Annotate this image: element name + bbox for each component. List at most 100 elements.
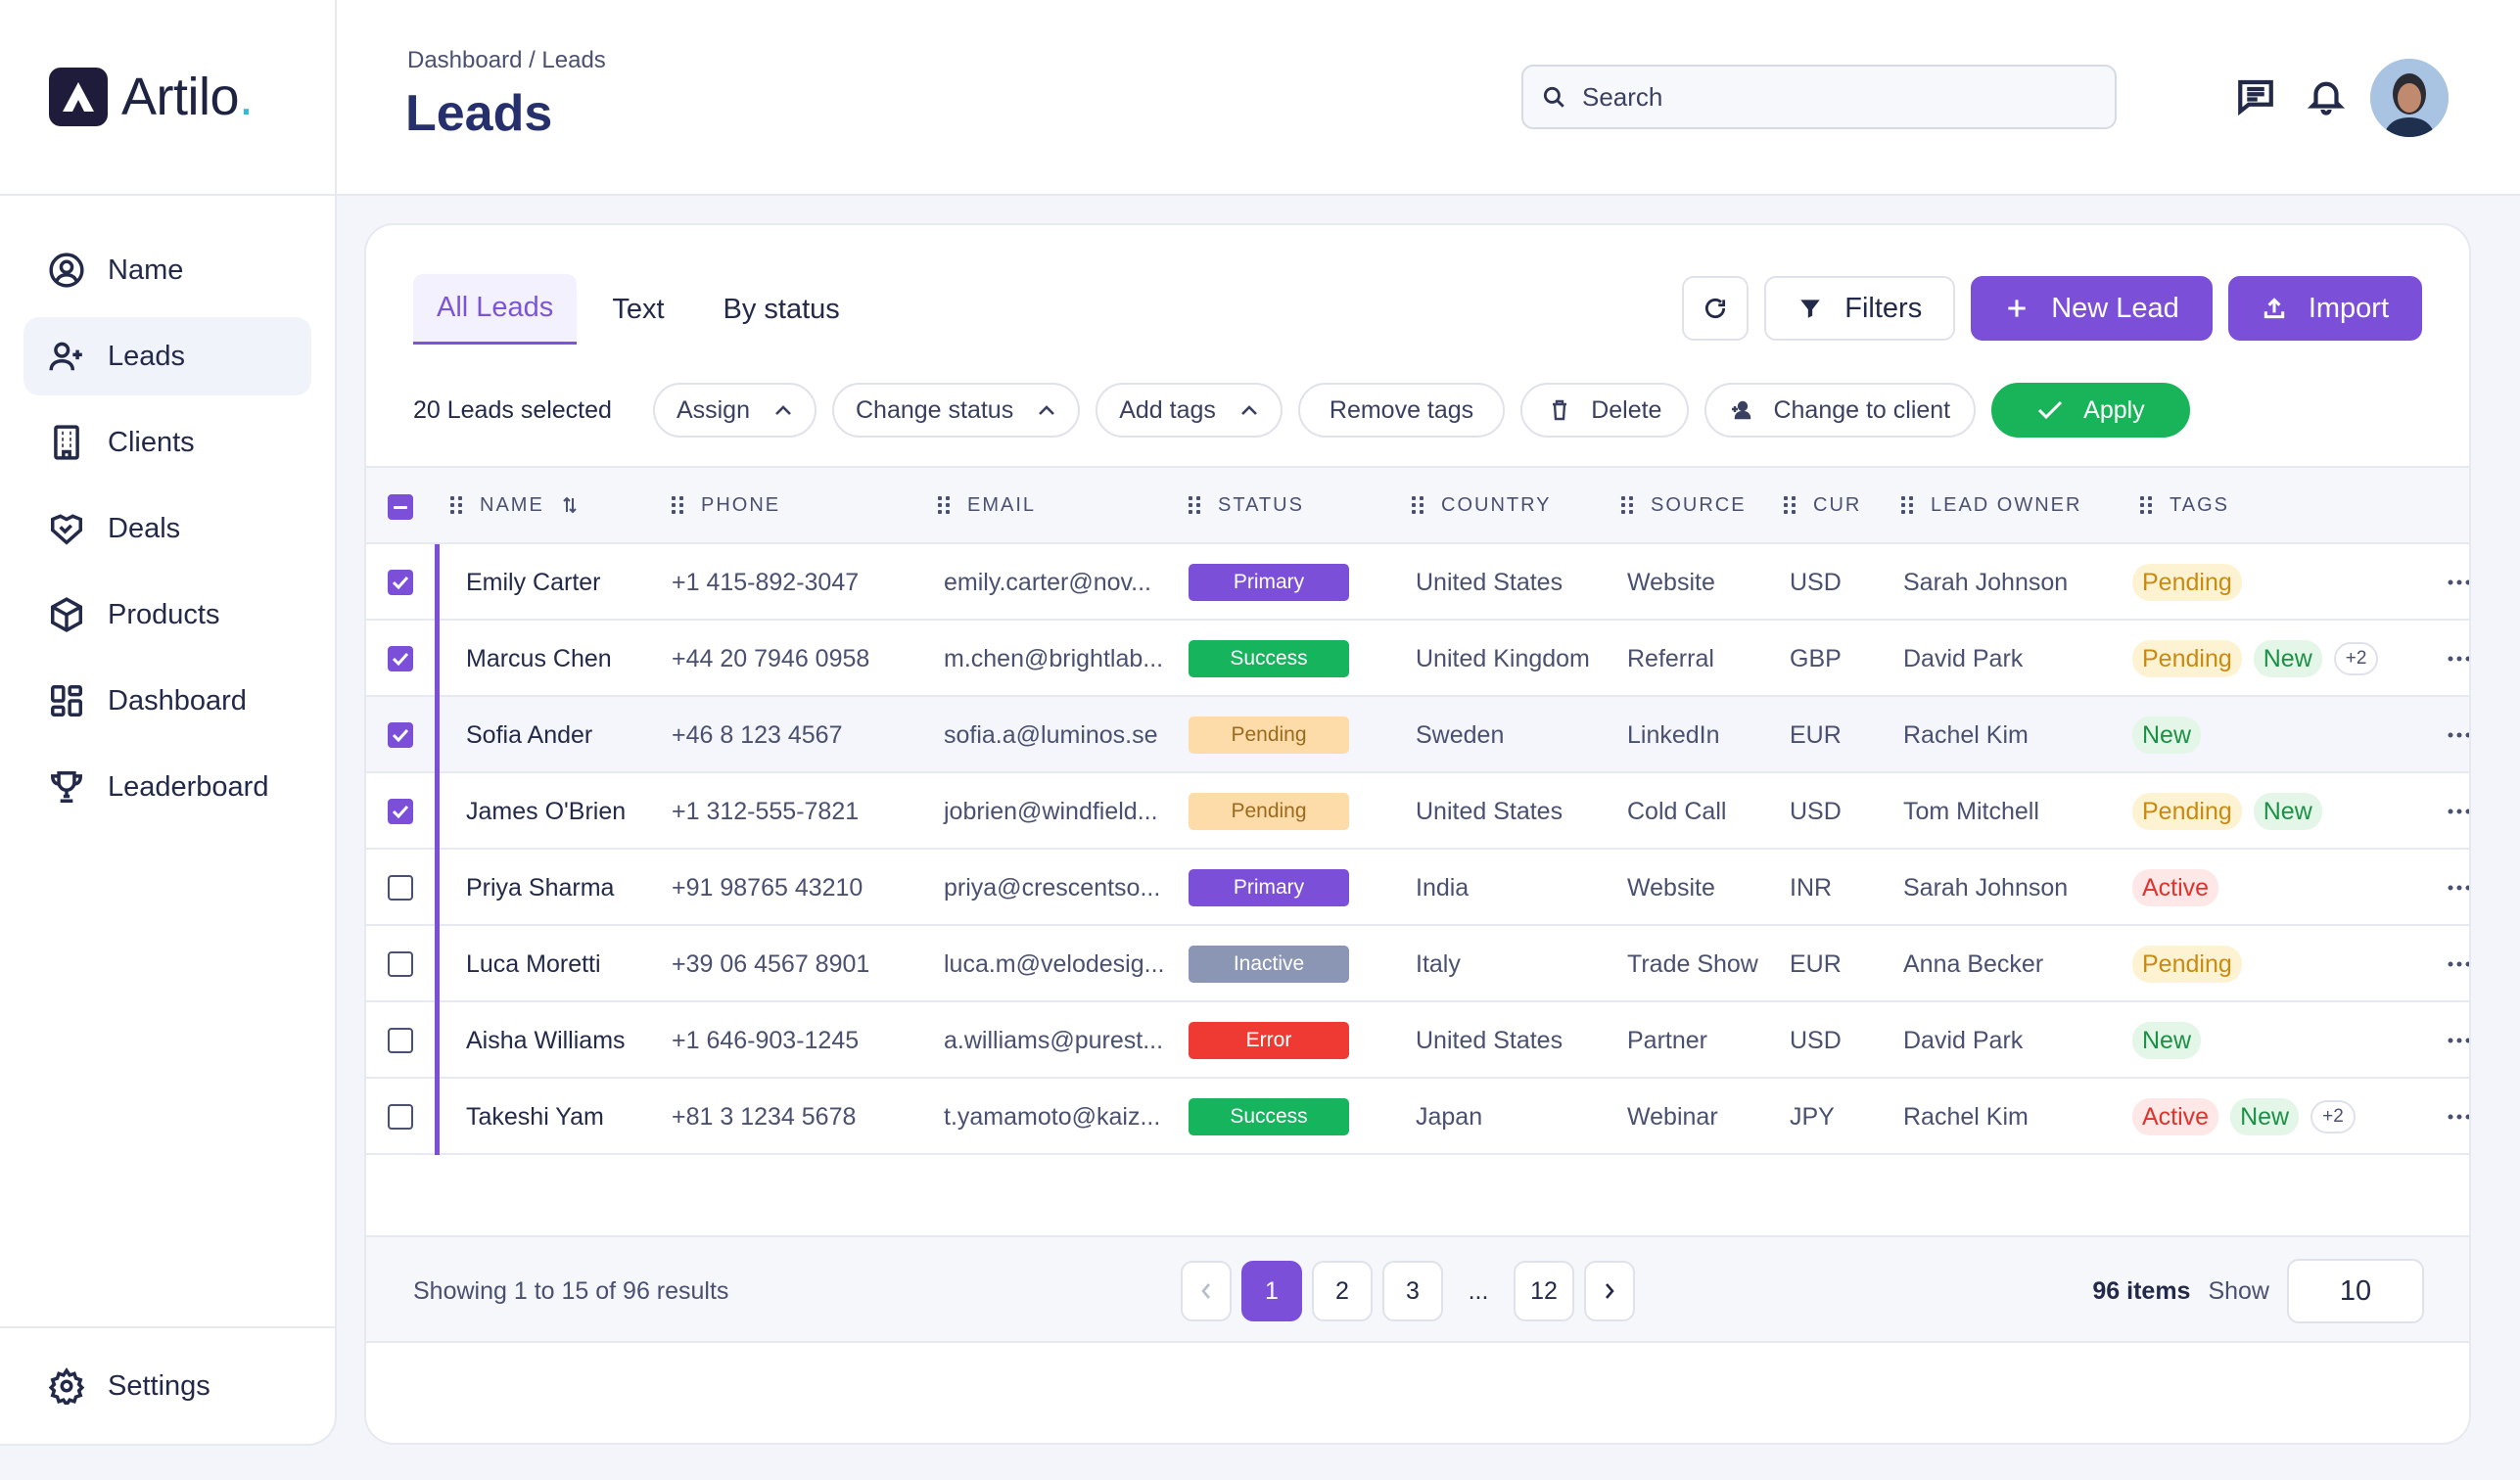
row-actions-button[interactable] xyxy=(2448,773,2469,850)
row-actions-button[interactable] xyxy=(2448,1002,2469,1079)
next-page-button[interactable] xyxy=(1584,1261,1635,1321)
sidebar-item-clients[interactable]: Clients xyxy=(23,403,311,482)
table-row[interactable]: Priya Sharma +91 98765 43210 priya@crescen… xyxy=(366,850,2469,926)
lead-email[interactable]: emily.carter@nov... xyxy=(944,544,1151,621)
page-2-button[interactable]: 2 xyxy=(1312,1261,1373,1321)
row-checkbox[interactable] xyxy=(388,722,413,748)
page-size-input[interactable]: 10 xyxy=(2287,1259,2424,1323)
avatar[interactable] xyxy=(2370,59,2449,137)
sidebar-item-leads[interactable]: Leads xyxy=(23,317,311,395)
add-tags-dropdown[interactable]: Add tags xyxy=(1096,383,1283,438)
row-checkbox[interactable] xyxy=(388,875,413,901)
column-header-lead-owner[interactable]: LEAD OWNER xyxy=(1901,494,2081,517)
lead-email[interactable]: m.chen@brightlab... xyxy=(944,621,1163,697)
drag-handle-icon[interactable] xyxy=(1189,496,1200,514)
tab-text[interactable]: Text xyxy=(588,274,687,345)
table-row[interactable]: Aisha Williams +1 646-903-1245 a.williams@… xyxy=(366,1002,2469,1079)
bell-icon[interactable] xyxy=(2305,74,2348,117)
page-1-button[interactable]: 1 xyxy=(1241,1261,1302,1321)
drag-handle-icon[interactable] xyxy=(1784,496,1796,514)
search-input[interactable] xyxy=(1582,81,2091,113)
lead-email[interactable]: priya@crescentso... xyxy=(944,850,1160,926)
drag-handle-icon[interactable] xyxy=(450,496,462,514)
search-box[interactable] xyxy=(1521,65,2117,129)
column-header-country[interactable]: COUNTRY xyxy=(1412,494,1552,517)
table-row[interactable]: Luca Moretti +39 06 4567 8901 luca.m@velod… xyxy=(366,926,2469,1002)
more-tags-badge[interactable]: +2 xyxy=(2310,1100,2356,1133)
lead-name[interactable]: Priya Sharma xyxy=(466,850,614,926)
lead-name[interactable]: Luca Moretti xyxy=(466,926,601,1002)
lead-email[interactable]: sofia.a@luminos.se xyxy=(944,697,1158,773)
table-row[interactable]: Emily Carter +1 415-892-3047 emily.carter@… xyxy=(366,544,2469,621)
lead-email[interactable]: a.williams@purest... xyxy=(944,1002,1163,1079)
new-lead-button[interactable]: New Lead xyxy=(1971,276,2213,341)
row-actions-button[interactable] xyxy=(2448,1079,2469,1155)
lead-owner: Rachel Kim xyxy=(1903,720,2029,749)
row-actions-button[interactable] xyxy=(2448,621,2469,697)
row-actions-button[interactable] xyxy=(2448,926,2469,1002)
prev-page-button[interactable] xyxy=(1181,1261,1232,1321)
column-header-phone[interactable]: PHONE xyxy=(672,494,780,517)
lead-name[interactable]: Marcus Chen xyxy=(466,621,612,697)
column-header-source[interactable]: SOURCE xyxy=(1621,494,1747,517)
more-tags-badge[interactable]: +2 xyxy=(2333,642,2379,675)
row-checkbox[interactable] xyxy=(388,646,413,671)
column-header-name[interactable]: NAME xyxy=(450,494,578,517)
sidebar-item-settings[interactable]: Settings xyxy=(23,1347,311,1425)
logo[interactable]: Artilo. xyxy=(0,0,335,196)
sidebar-item-name[interactable]: Name xyxy=(23,231,311,309)
column-header-currency[interactable]: CUR xyxy=(1784,494,1861,517)
sidebar-item-dashboard[interactable]: Dashboard xyxy=(23,662,311,740)
lead-phone: +1 415-892-3047 xyxy=(672,568,860,596)
row-actions-button[interactable] xyxy=(2448,544,2469,621)
select-all-checkbox[interactable] xyxy=(388,494,413,520)
remove-tags-button[interactable]: Remove tags xyxy=(1297,383,1506,438)
page-12-button[interactable]: 12 xyxy=(1514,1261,1574,1321)
row-checkbox[interactable] xyxy=(388,1028,413,1053)
change-to-client-button[interactable]: Change to client xyxy=(1704,383,1977,438)
drag-handle-icon[interactable] xyxy=(938,496,950,514)
table-row[interactable]: Marcus Chen +44 20 7946 0958 m.chen@bright… xyxy=(366,621,2469,697)
delete-button[interactable]: Delete xyxy=(1520,383,1690,438)
table-row[interactable]: Takeshi Yam +81 3 1234 5678 t.yamamoto@kai… xyxy=(366,1079,2469,1155)
sidebar-item-products[interactable]: Products xyxy=(23,576,311,654)
drag-handle-icon[interactable] xyxy=(1901,496,1913,514)
apply-button[interactable]: Apply xyxy=(1991,383,2190,438)
drag-handle-icon[interactable] xyxy=(1621,496,1633,514)
lead-name[interactable]: Aisha Williams xyxy=(466,1002,626,1079)
drag-handle-icon[interactable] xyxy=(1412,496,1423,514)
column-header-email[interactable]: EMAIL xyxy=(938,494,1036,517)
assign-dropdown[interactable]: Assign xyxy=(652,383,817,438)
lead-name[interactable]: Sofia Ander xyxy=(466,697,592,773)
refresh-button[interactable] xyxy=(1682,276,1750,341)
sort-icon[interactable] xyxy=(562,496,578,514)
lead-name[interactable]: James O'Brien xyxy=(466,773,626,850)
page-3-button[interactable]: 3 xyxy=(1382,1261,1443,1321)
filters-button[interactable]: Filters xyxy=(1764,276,1956,341)
sidebar-item-deals[interactable]: Deals xyxy=(23,489,311,568)
tab-all-leads[interactable]: All Leads xyxy=(413,274,578,345)
row-checkbox[interactable] xyxy=(388,951,413,977)
table-row[interactable]: Sofia Ander +46 8 123 4567 sofia.a@luminos… xyxy=(366,697,2469,773)
row-checkbox[interactable] xyxy=(388,570,413,595)
lead-email[interactable]: jobrien@windfield... xyxy=(944,773,1158,850)
column-header-status[interactable]: STATUS xyxy=(1189,494,1304,517)
row-actions-button[interactable] xyxy=(2448,697,2469,773)
lead-name[interactable]: Emily Carter xyxy=(466,544,601,621)
table-row[interactable]: James O'Brien +1 312-555-7821 jobrien@wind… xyxy=(366,773,2469,850)
lead-name[interactable]: Takeshi Yam xyxy=(466,1079,604,1155)
row-actions-button[interactable] xyxy=(2448,850,2469,926)
row-checkbox[interactable] xyxy=(388,1104,413,1130)
breadcrumb[interactable]: Dashboard / Leads xyxy=(407,47,606,74)
messages-icon[interactable] xyxy=(2234,74,2277,117)
tab-by-status[interactable]: By status xyxy=(700,274,863,345)
drag-handle-icon[interactable] xyxy=(2140,496,2152,514)
column-header-tags[interactable]: TAGS xyxy=(2140,494,2229,517)
row-checkbox[interactable] xyxy=(388,799,413,824)
drag-handle-icon[interactable] xyxy=(672,496,683,514)
lead-email[interactable]: luca.m@velodesig... xyxy=(944,926,1164,1002)
lead-email[interactable]: t.yamamoto@kaiz... xyxy=(944,1079,1160,1155)
sidebar-item-leaderboard[interactable]: Leaderboard xyxy=(23,748,311,826)
import-button[interactable]: Import xyxy=(2227,276,2422,341)
change-status-dropdown[interactable]: Change status xyxy=(831,383,1081,438)
